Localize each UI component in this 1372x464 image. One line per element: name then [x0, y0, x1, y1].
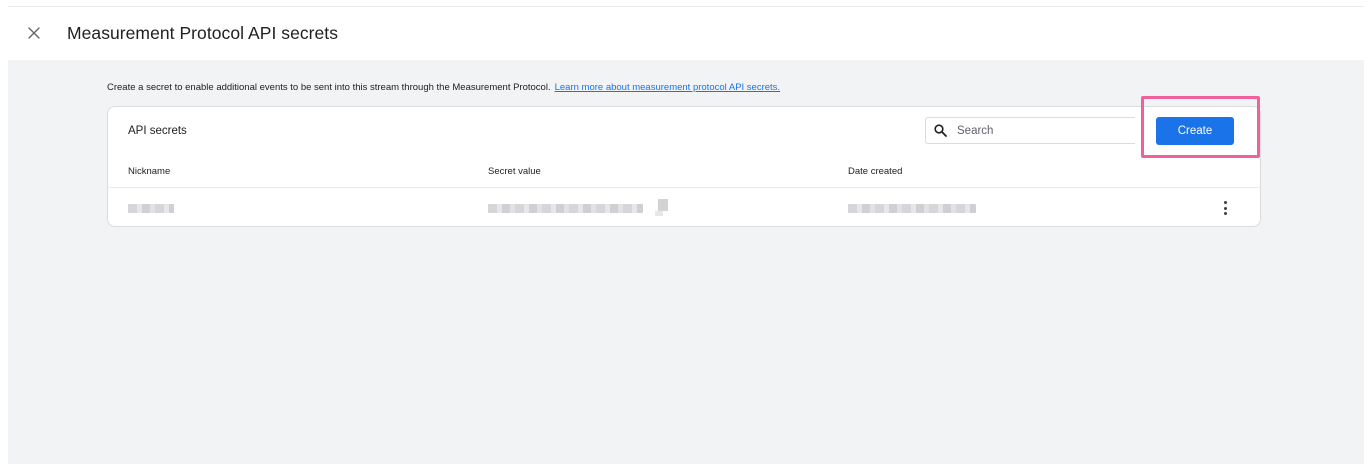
- bottom-band: [8, 450, 1364, 464]
- api-secrets-card: API secrets Create Nickname Secret value…: [107, 106, 1261, 227]
- learn-more-link[interactable]: Learn more about measurement protocol AP…: [555, 82, 780, 93]
- page-header: Measurement Protocol API secrets: [0, 7, 1372, 60]
- redacted-nickname: [128, 204, 174, 213]
- intro-text: Create a secret to enable additional eve…: [107, 82, 551, 93]
- redacted-date-created: [848, 204, 976, 213]
- intro-text-line: Create a secret to enable additional eve…: [107, 82, 780, 93]
- close-icon: [28, 27, 40, 39]
- search-input[interactable]: [957, 124, 1127, 137]
- search-icon: [934, 124, 947, 137]
- column-header-date-created: Date created: [848, 166, 903, 177]
- create-button[interactable]: Create: [1156, 117, 1234, 145]
- close-button[interactable]: [24, 23, 44, 43]
- column-header-nickname: Nickname: [128, 166, 171, 177]
- search-box[interactable]: [925, 117, 1135, 144]
- column-header-secret-value: Secret value: [488, 166, 541, 177]
- card-title: API secrets: [128, 125, 187, 137]
- header-divider: [108, 187, 1260, 188]
- redacted-secret-value: [488, 204, 643, 213]
- redacted-copy-icon: [658, 199, 668, 211]
- redacted-copy-icon-fragment: [655, 211, 663, 216]
- more-vert-icon[interactable]: [1217, 199, 1233, 217]
- main-content: Create a secret to enable additional eve…: [8, 60, 1364, 450]
- page-title: Measurement Protocol API secrets: [67, 23, 339, 43]
